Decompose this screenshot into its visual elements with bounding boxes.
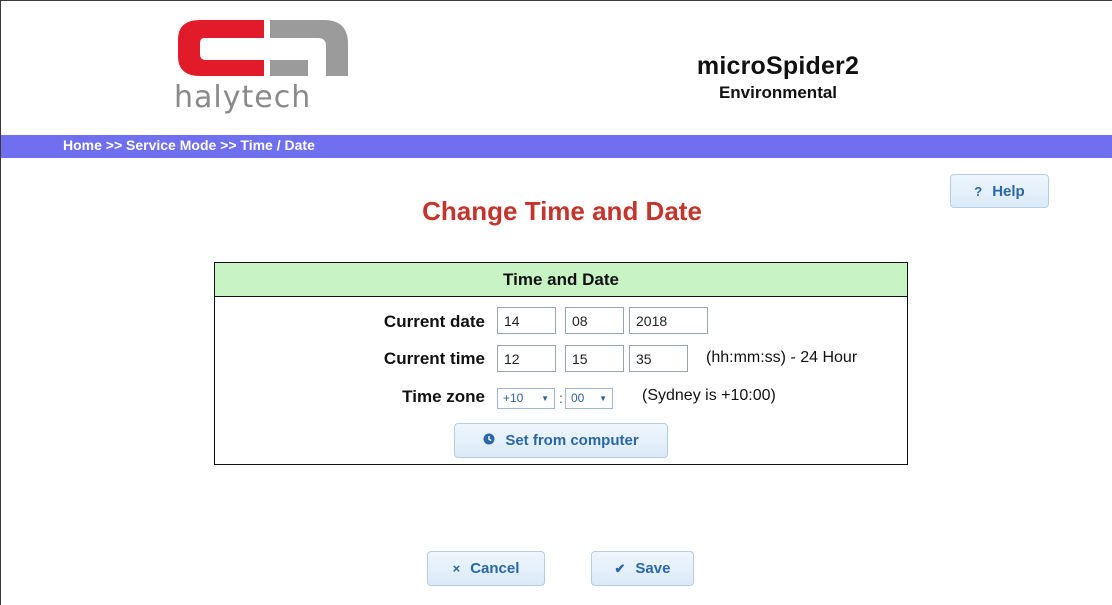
chevron-down-icon: ▼	[541, 394, 549, 403]
checkmark-icon: ✔	[614, 560, 626, 576]
date-year-input[interactable]	[629, 307, 708, 334]
set-from-computer-label: Set from computer	[505, 432, 639, 449]
save-button[interactable]: ✔ Save	[591, 551, 694, 586]
time-hours-input[interactable]	[497, 345, 556, 372]
cancel-button[interactable]: × Cancel	[427, 551, 545, 586]
time-minutes-input[interactable]	[565, 345, 624, 372]
timezone-minutes-value: 00	[571, 391, 585, 405]
time-seconds-input[interactable]	[629, 345, 688, 372]
timezone-minutes-select[interactable]: 00 ▼	[565, 388, 613, 409]
timezone-hours-value: +10	[503, 391, 524, 405]
timezone-note: (Sydney is +10:00)	[642, 387, 776, 404]
current-date-label: Current date	[383, 312, 485, 331]
time-date-panel: Time and Date Current date Current time …	[214, 262, 908, 465]
page-title: Change Time and Date	[422, 196, 702, 226]
set-from-computer-button[interactable]: Set from computer	[454, 423, 668, 458]
halytech-logo: halytech	[174, 18, 350, 118]
clock-icon	[483, 433, 495, 448]
breadcrumb[interactable]: Home >> Service Mode >> Time / Date	[63, 137, 315, 153]
product-subtitle: Environmental	[718, 83, 838, 102]
time-zone-label: Time zone	[402, 387, 485, 406]
product-name: microSpider2	[696, 52, 860, 80]
chevron-down-icon: ▼	[599, 394, 607, 403]
logo-text: halytech	[174, 80, 312, 115]
timezone-hours-select[interactable]: +10 ▼	[497, 388, 555, 409]
cancel-button-label: Cancel	[470, 560, 520, 577]
current-time-label: Current time	[383, 349, 485, 368]
panel-heading: Time and Date	[215, 263, 907, 297]
date-month-input[interactable]	[565, 307, 624, 334]
logo-mark	[178, 20, 348, 76]
date-day-input[interactable]	[497, 307, 556, 334]
close-icon: ×	[452, 561, 461, 576]
save-button-label: Save	[635, 560, 671, 577]
product-heading: microSpider2 Environmental	[648, 52, 908, 103]
timezone-separator: :	[559, 390, 563, 406]
time-format-note: (hh:mm:ss) - 24 Hour	[706, 349, 858, 366]
